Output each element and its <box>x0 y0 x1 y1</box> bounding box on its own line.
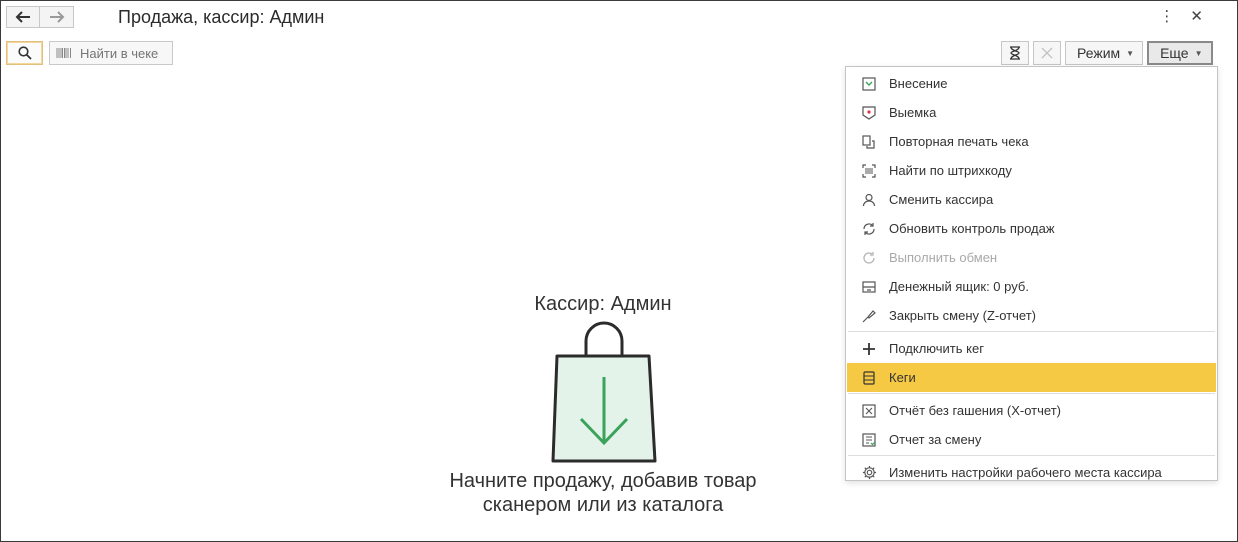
arrow-left-icon <box>15 11 30 23</box>
menu-item-deposit[interactable]: Внесение <box>847 69 1216 98</box>
sync-icon <box>861 250 877 266</box>
hourglass-icon <box>1010 46 1020 60</box>
menu-item-change-cashier[interactable]: Сменить кассира <box>847 185 1216 214</box>
menu-item-label: Отчет за смену <box>889 432 982 447</box>
menu-item-label: Закрыть смену (Z-отчет) <box>889 308 1036 323</box>
more-button[interactable]: Еще ▼ <box>1147 41 1213 65</box>
menu-item-cash-drawer[interactable]: Денежный ящик: 0 руб. <box>847 272 1216 301</box>
cash-drawer-icon <box>861 279 877 295</box>
more-menu: Внесение Выемка Повторная печать чека На… <box>845 66 1218 481</box>
app-window: Продажа, кассир: Админ ⋮ ✕ Режим ▼ <box>0 0 1238 542</box>
menu-item-label: Сменить кассира <box>889 192 994 207</box>
shopping-bag-icon <box>551 321 657 463</box>
menu-item-label: Повторная печать чека <box>889 134 1029 149</box>
deposit-icon <box>861 76 877 92</box>
menu-item-label: Обновить контроль продаж <box>889 221 1055 236</box>
arrow-right-icon <box>49 11 64 23</box>
menu-item-label: Подключить кег <box>889 341 984 356</box>
close-icon[interactable]: ✕ <box>1190 8 1203 26</box>
barcode-icon <box>56 48 71 58</box>
history-nav <box>6 6 74 28</box>
withdrawal-icon <box>861 105 877 121</box>
close-shift-icon <box>861 308 877 324</box>
hourglass-button[interactable] <box>1001 41 1029 65</box>
find-in-receipt-field[interactable] <box>49 41 173 65</box>
barcode-scan-icon <box>861 163 877 179</box>
x-report-icon <box>861 403 877 419</box>
menu-item-shift-report[interactable]: Отчет за смену <box>847 425 1216 454</box>
refresh-control-icon <box>861 221 877 237</box>
menu-item-label: Внесение <box>889 76 948 91</box>
search-icon <box>17 46 32 60</box>
menu-item-label: Денежный ящик: 0 руб. <box>889 279 1029 294</box>
menu-item-label: Найти по штрихкоду <box>889 163 1012 178</box>
close-icon <box>1041 47 1053 59</box>
menu-separator <box>848 393 1215 394</box>
shift-report-icon <box>861 432 877 448</box>
search-button[interactable] <box>6 41 43 65</box>
menu-item-reprint-receipt[interactable]: Повторная печать чека <box>847 127 1216 156</box>
start-sale-hint: Начните продажу, добавив товар сканером … <box>403 469 803 517</box>
window-title: Продажа, кассир: Админ <box>118 7 325 27</box>
menu-item-connect-keg[interactable]: Подключить кег <box>847 334 1216 363</box>
mode-button-label: Режим <box>1077 45 1121 61</box>
toolbar-right: Режим ▼ Еще ▼ <box>1001 41 1213 65</box>
more-vert-icon[interactable]: ⋮ <box>1159 8 1174 26</box>
menu-item-x-report[interactable]: Отчёт без гашения (X-отчет) <box>847 396 1216 425</box>
menu-item-label: Кеги <box>889 370 916 385</box>
gear-icon <box>861 465 877 481</box>
window-actions: ⋮ ✕ <box>1159 8 1203 26</box>
menu-item-withdrawal[interactable]: Выемка <box>847 98 1216 127</box>
menu-separator <box>848 455 1215 456</box>
menu-item-find-by-barcode[interactable]: Найти по штрихкоду <box>847 156 1216 185</box>
menu-item-workplace-settings[interactable]: Изменить настройки рабочего места кассир… <box>847 458 1216 487</box>
caret-down-icon: ▼ <box>1194 48 1203 58</box>
cashier-label: Кассир: Админ <box>534 293 672 315</box>
find-in-receipt-input[interactable] <box>80 45 170 61</box>
menu-item-label: Отчёт без гашения (X-отчет) <box>889 403 1061 418</box>
menu-item-label: Изменить настройки рабочего места кассир… <box>889 465 1162 480</box>
mode-button[interactable]: Режим ▼ <box>1065 41 1144 65</box>
menu-item-kegs[interactable]: Кеги <box>847 363 1216 392</box>
user-icon <box>861 192 877 208</box>
menu-item-close-shift[interactable]: Закрыть смену (Z-отчет) <box>847 301 1216 330</box>
menu-item-run-exchange[interactable]: Выполнить обмен <box>847 243 1216 272</box>
forward-button[interactable] <box>40 6 74 28</box>
cancel-button[interactable] <box>1033 41 1061 65</box>
reprint-icon <box>861 134 877 150</box>
keg-icon <box>861 370 877 386</box>
more-button-label: Еще <box>1160 45 1189 61</box>
menu-item-label: Выполнить обмен <box>889 250 998 265</box>
menu-separator <box>848 331 1215 332</box>
hint-line-2: сканером или из каталога <box>482 494 724 516</box>
plus-icon <box>861 341 877 357</box>
menu-item-refresh-sales-control[interactable]: Обновить контроль продаж <box>847 214 1216 243</box>
hint-line-1: Начните продажу, добавив товар <box>449 470 757 492</box>
caret-down-icon: ▼ <box>1126 48 1135 58</box>
back-button[interactable] <box>6 6 40 28</box>
menu-item-label: Выемка <box>889 105 937 120</box>
